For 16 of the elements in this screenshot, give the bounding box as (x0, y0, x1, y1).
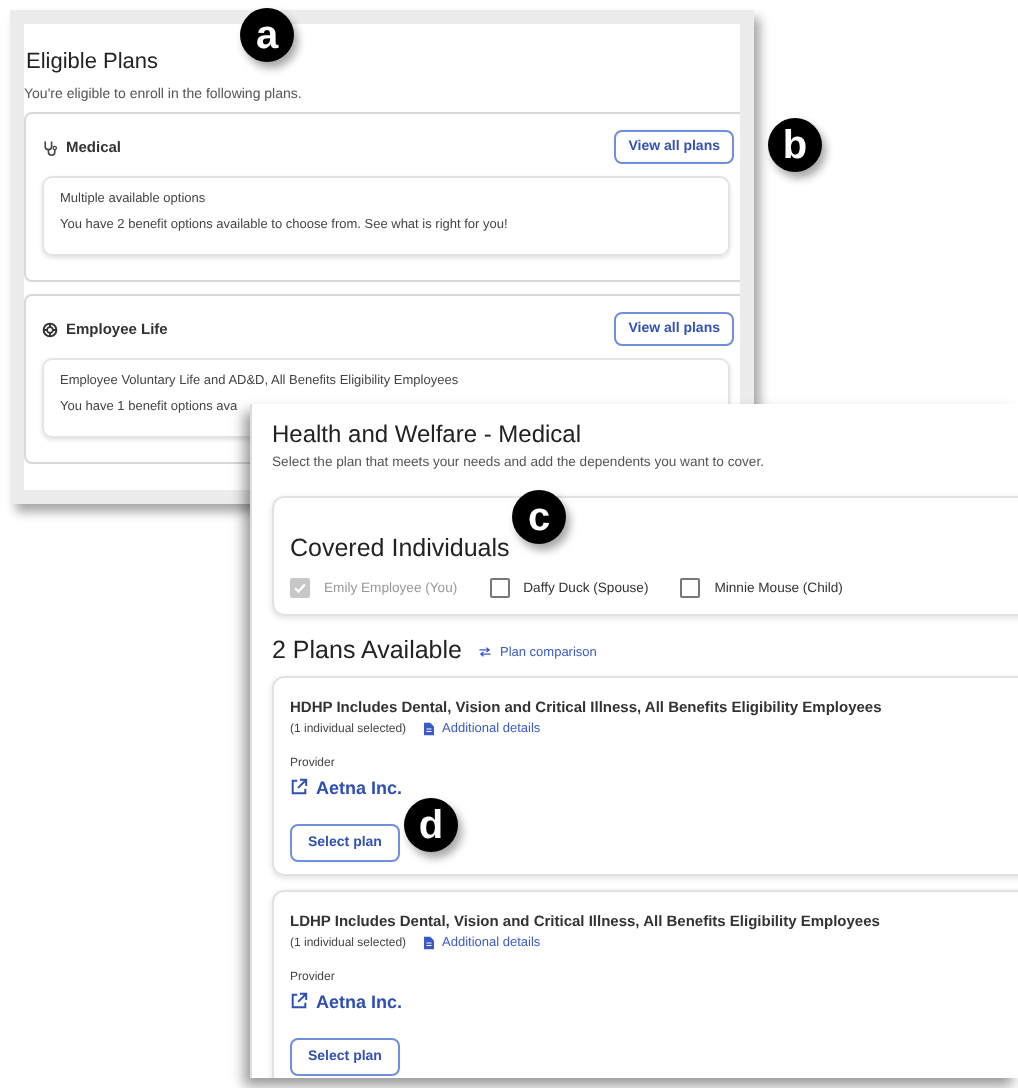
stethoscope-icon (42, 139, 58, 155)
checkbox[interactable] (489, 578, 510, 598)
page-title: Eligible Plans (26, 50, 161, 74)
external-link-icon (290, 778, 308, 796)
document-icon (424, 936, 435, 950)
swap-arrows-icon (477, 646, 492, 658)
provider-link[interactable]: Aetna Inc. (290, 777, 403, 797)
external-link-icon (290, 992, 308, 1010)
section-heading: 2 Plans Available (272, 636, 462, 664)
page-title: Health and Welfare - Medical (272, 420, 584, 448)
lifebuoy-icon (42, 321, 58, 337)
callout-badge: b (768, 118, 822, 172)
provider-link[interactable]: Aetna Inc. (290, 991, 403, 1011)
checkbox[interactable] (680, 578, 701, 598)
section-heading: Covered Individuals (290, 534, 512, 562)
document-icon (424, 722, 435, 736)
